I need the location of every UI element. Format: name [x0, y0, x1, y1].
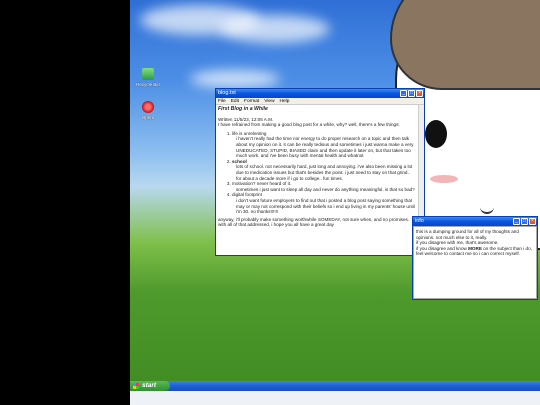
list-item: motivation? never heard of it.sometimes … [232, 181, 416, 192]
list-item: schoollots of school. not necessarily ha… [232, 159, 416, 181]
cloud [220, 15, 330, 43]
menu-view[interactable]: View [264, 98, 274, 104]
blog-window-titlebar[interactable]: blog.txt _ □ × [216, 89, 424, 98]
info-line: this is a dumping ground for all of my t… [416, 229, 519, 240]
wallpaper-eye [425, 120, 447, 148]
desktop-icon-opera[interactable]: Opera [131, 101, 165, 120]
wallpaper-character-hair [390, 0, 540, 90]
desktop: Recycle Bin Opera blog.txt _ □ × File Ed… [130, 0, 540, 405]
start-label: start [142, 382, 157, 389]
list-item-text: i don't want future employers to find ou… [236, 197, 415, 215]
close-button[interactable]: × [416, 90, 423, 97]
info-window[interactable]: info _ □ × this is a dumping ground for … [412, 216, 538, 300]
recycle-bin-icon [142, 68, 154, 80]
list-item-text: i haven't really had the time nor energy… [236, 136, 414, 159]
list-item-title: life is unrelenting [232, 130, 267, 136]
blog-reasons-list: life is unrelentingi haven't really had … [232, 131, 416, 215]
desktop-icon-label: Recycle Bin [136, 82, 160, 87]
minimize-button[interactable]: _ [513, 218, 520, 225]
start-button[interactable]: start [130, 381, 170, 391]
list-item-title: school [232, 158, 247, 164]
blog-intro: I have refrained from making a good blog… [218, 122, 400, 128]
menu-format[interactable]: Format [244, 98, 259, 104]
info-line: if you disagree and know MORE on the sub… [416, 246, 534, 257]
desktop-icon-label: Opera [141, 115, 155, 120]
list-item-title: motivation? never heard of it. [232, 181, 292, 187]
taskbar: start [130, 381, 540, 391]
cloud [190, 70, 280, 88]
minimize-button[interactable]: _ [400, 90, 407, 97]
close-button[interactable]: × [529, 218, 536, 225]
list-item: digital footprinti don't want future emp… [232, 192, 416, 214]
desktop-icon-recycle-bin[interactable]: Recycle Bin [131, 68, 165, 87]
info-window-titlebar[interactable]: info _ □ × [413, 217, 537, 226]
list-item-text: lots of school. not necessarily hard, ju… [236, 164, 413, 181]
window-title: info [415, 218, 424, 224]
info-emphasis: MORE [468, 245, 482, 251]
list-item-title: digital footprint [232, 192, 262, 198]
maximize-button[interactable]: □ [408, 90, 415, 97]
blog-text-area[interactable]: First Blog in a While Written 11/5/23, 1… [216, 105, 424, 255]
window-title: blog.txt [218, 90, 236, 96]
blog-heading: First Blog in a While [218, 106, 268, 112]
maximize-button[interactable]: □ [521, 218, 528, 225]
browser-bottom-area [130, 391, 540, 405]
menu-edit[interactable]: Edit [231, 98, 239, 104]
menu-file[interactable]: File [218, 98, 226, 104]
info-text-area[interactable]: this is a dumping ground for all of my t… [413, 226, 537, 299]
menu-help[interactable]: Help [280, 98, 290, 104]
windows-logo-icon [133, 383, 139, 389]
menu-bar: File Edit Format View Help [216, 98, 424, 105]
opera-icon [142, 101, 154, 113]
info-text: if you disagree and know [416, 245, 469, 251]
list-item: life is unrelentingi haven't really had … [232, 131, 416, 159]
wallpaper-blush [430, 175, 458, 183]
blog-closing: anyway, i'll probably make something wor… [218, 216, 410, 228]
blog-window[interactable]: blog.txt _ □ × File Edit Format View Hel… [215, 88, 425, 256]
